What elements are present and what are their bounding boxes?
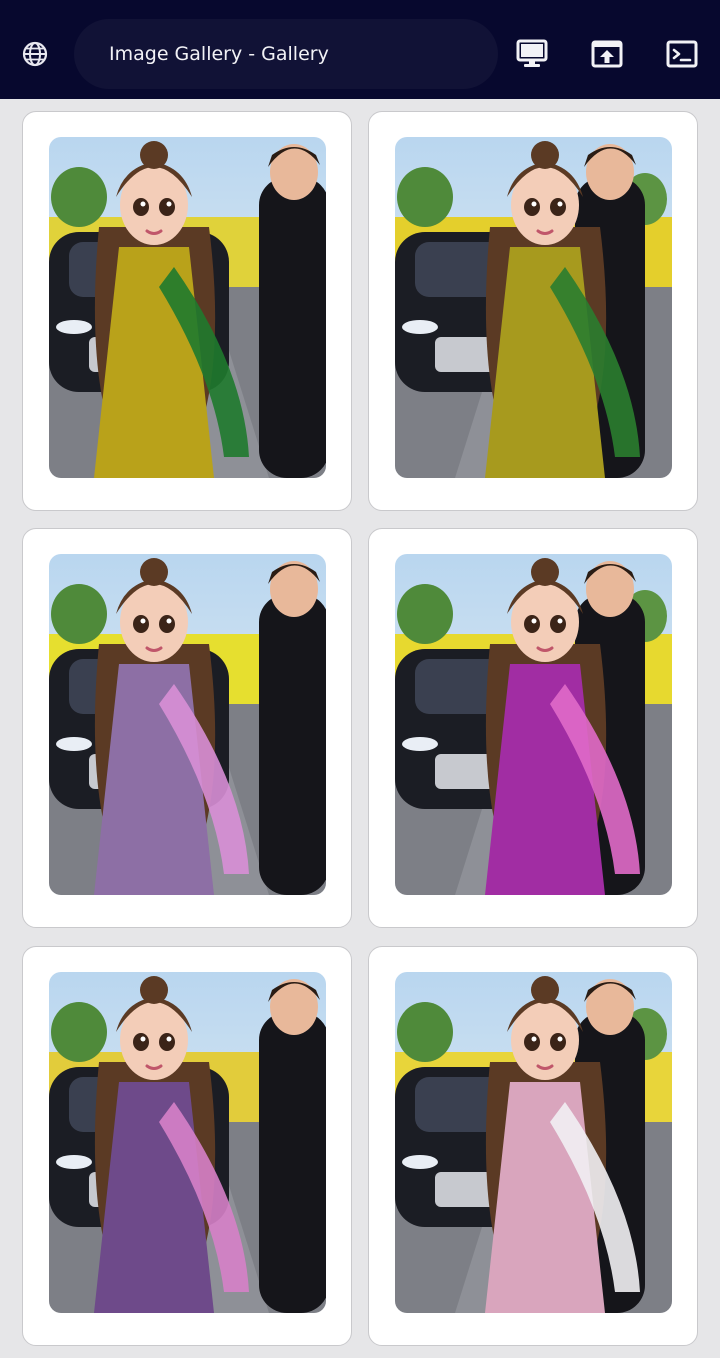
gallery-card[interactable]	[22, 946, 352, 1346]
gallery-image-illustration	[395, 554, 672, 895]
gallery-image-illustration	[395, 137, 672, 478]
gallery-image[interactable]	[395, 554, 672, 895]
gallery-image-illustration	[49, 137, 326, 478]
address-bar[interactable]: Image Gallery - Gallery	[74, 19, 498, 89]
gallery-image[interactable]	[395, 972, 672, 1313]
gallery-card[interactable]	[22, 528, 352, 928]
gallery-image[interactable]	[395, 137, 672, 478]
gallery-image[interactable]	[49, 972, 326, 1313]
gallery-image-illustration	[395, 972, 672, 1313]
status-bar-fragment	[512, 0, 672, 6]
share-upload-icon[interactable]	[589, 36, 625, 72]
gallery-image-illustration	[49, 972, 326, 1313]
gallery-card[interactable]	[368, 946, 698, 1346]
terminal-icon[interactable]	[664, 36, 700, 72]
gallery-image-illustration	[49, 554, 326, 895]
page-title: Image Gallery - Gallery	[109, 43, 329, 65]
browser-toolbar: Image Gallery - Gallery	[0, 0, 720, 99]
gallery-card[interactable]	[368, 111, 698, 511]
globe-icon[interactable]	[20, 39, 50, 69]
desktop-monitor-icon[interactable]	[514, 36, 550, 72]
gallery-image[interactable]	[49, 137, 326, 478]
gallery-card[interactable]	[368, 528, 698, 928]
gallery-card[interactable]	[22, 111, 352, 511]
gallery-grid	[0, 99, 720, 1358]
gallery-image[interactable]	[49, 554, 326, 895]
